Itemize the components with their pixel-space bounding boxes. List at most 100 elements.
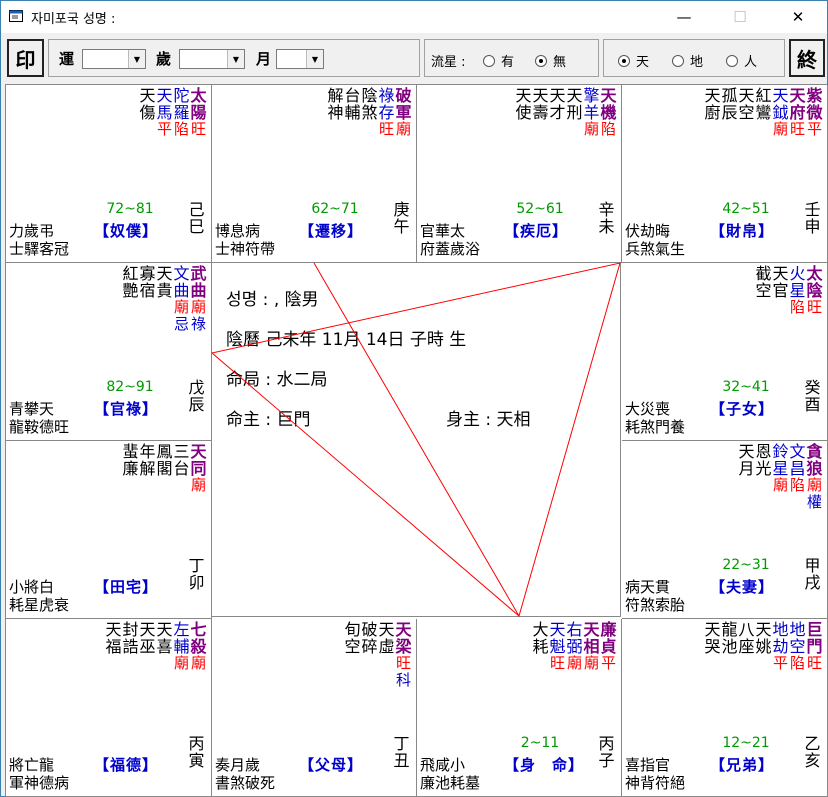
star-list: 紫微平天府旺天鉞廟紅鸞天空孤辰天廚 [704, 87, 823, 138]
star: 截空 [755, 265, 772, 316]
palace-yin[interactable]: 七殺廟左輔廟天喜天巫封誥天福【福德】丙寅將亡龍 軍神德病 [6, 619, 212, 797]
star: 封誥 [122, 621, 139, 672]
ganzhi: 壬申 [804, 201, 821, 235]
palace-si[interactable]: 太陽旺陀羅陷天馬平天傷 72~81 【奴僕】己巳力歲弔 士驛客冠 [6, 85, 212, 263]
star-char: 天 [704, 620, 721, 639]
star: 鳳閣 [156, 443, 173, 494]
god-line: 病天貫 [625, 578, 671, 596]
star-char: 空 [789, 637, 806, 656]
star-char: 鈴 [772, 442, 789, 461]
palace-mao[interactable]: 天同廟三台鳳閣年解蜚廉【田宅】丁卯小將白 耗星虎衰 [6, 441, 212, 619]
brightness-mark: 旺 [806, 298, 822, 316]
star: 天魁旺 [549, 621, 566, 672]
ganzhi-char: 亥 [804, 751, 821, 770]
star-char: 天 [704, 86, 721, 105]
close-icon: ✕ [791, 8, 805, 26]
star-char: 廉 [600, 620, 617, 639]
palace-shen[interactable]: 紫微平天府旺天鉞廟紅鸞天空孤辰天廚 42~51 【財帛】壬申伏劫晦 兵煞氣生 [622, 85, 828, 263]
age-range: 72~81 [106, 201, 154, 217]
palace-hai[interactable]: 巨門旺地空陷地劫平天姚八座龍池天哭 12~21 【兄弟】乙亥喜指官 神背符絕 [622, 619, 828, 797]
star: 大耗 [532, 621, 549, 672]
star: 天相廟 [583, 621, 600, 672]
star-char: 貪 [806, 442, 823, 461]
palace-you[interactable]: 太陰旺火星陷天官截空 32~41 【子女】癸酉大災喪 耗煞門養 [622, 263, 828, 441]
yun-select[interactable]: ▼ [82, 49, 146, 69]
radio-tian[interactable]: 天 [618, 51, 649, 70]
star-char: 封 [122, 620, 139, 639]
seal-button[interactable]: 印 [7, 39, 44, 77]
ganzhi-char: 辰 [188, 395, 205, 414]
yue-select[interactable]: ▼ [276, 49, 324, 69]
center-shenzhu: 身主 : 天相 [446, 410, 531, 430]
star-list: 破軍廟祿存旺陰煞台輔解神 [327, 87, 412, 138]
star-list: 武曲廟祿文曲廟忌天貴寡宿紅艷 [122, 265, 207, 333]
brightness-mark: 廟 [190, 476, 206, 494]
palace-chen[interactable]: 武曲廟祿文曲廟忌天貴寡宿紅艷 82~91 【官祿】戊辰青攀天 龍鞍德旺 [6, 263, 212, 441]
minimize-button[interactable]: — [661, 1, 707, 33]
palace-chou[interactable]: 天梁旺科天虛破碎旬空【父母】丁丑奏月歲 書煞破死 [212, 619, 417, 797]
brightness-mark: 廟 [190, 654, 206, 672]
radio-ren[interactable]: 人 [726, 51, 757, 70]
star-char: 祿 [378, 86, 395, 105]
sui-select[interactable]: ▼ [179, 49, 245, 69]
ganzhi: 乙亥 [804, 735, 821, 769]
star-char: 天 [583, 620, 600, 639]
star: 天廚 [704, 87, 721, 138]
star-char: 天 [549, 620, 566, 639]
ganzhi: 癸酉 [804, 379, 821, 413]
star: 年解 [139, 443, 156, 494]
star-char: 火 [789, 264, 806, 283]
palace-xu[interactable]: 貪狼廟權文昌陷鈴星廟恩光天月 22~31 【夫妻】甲戌病天貫 符煞索胎 [622, 441, 828, 619]
age-range: 52~61 [516, 201, 564, 217]
star-char: 截 [755, 264, 772, 283]
star: 七殺廟 [190, 621, 207, 672]
radio-di[interactable]: 地 [672, 51, 703, 70]
palace-wei[interactable]: 天機陷擎羊廟天刑天才天壽天使 52~61 【疾厄】辛未官華太 府蓋歲浴 [417, 85, 622, 263]
star-char: 右 [566, 620, 583, 639]
star-char: 天 [515, 86, 532, 105]
brightness-mark: 陷 [600, 120, 616, 138]
star: 天貴 [156, 265, 173, 333]
radio-you-label: 有 [501, 55, 515, 70]
palace-zi[interactable]: 廉貞平天相廟右弼廟天魁旺大耗 2~11 【身 命】丙子飛咸小 廉池耗墓 [417, 619, 622, 797]
star-char: 福 [105, 637, 122, 656]
liuxing-label: 流星 : [431, 55, 466, 70]
star-char: 鸞 [755, 103, 772, 122]
radio-icon [672, 54, 684, 67]
app-window: 자미포국 성명 : — ☐ ✕ 印 運 ▼ 歲 ▼ 月 ▼ 流星 : 有 無 天… [0, 0, 828, 797]
palace-name: 【田宅】 [94, 578, 159, 596]
star-char: 武 [190, 264, 207, 283]
star-char: 破 [361, 620, 378, 639]
star-char: 軍 [395, 103, 412, 122]
star-char: 文 [173, 264, 190, 283]
star-char: 虛 [378, 637, 395, 656]
star-char: 鉞 [772, 103, 789, 122]
star-char: 破 [395, 86, 412, 105]
star: 天機陷 [600, 87, 617, 138]
ganzhi-char: 癸 [804, 378, 821, 397]
star-char: 天 [378, 620, 395, 639]
brightness-mark: 廟 [772, 476, 788, 494]
star-char: 解 [327, 86, 344, 105]
star-list: 天同廟三台鳳閣年解蜚廉 [122, 443, 207, 494]
star-char: 地 [772, 620, 789, 639]
star-char: 昌 [789, 459, 806, 478]
ganzhi: 己巳 [188, 201, 205, 235]
star-char: 天 [156, 264, 173, 283]
palace-wu[interactable]: 破軍廟祿存旺陰煞台輔解神 62~71 【遷移】庚午博息病 士神符帶 [212, 85, 417, 263]
star: 右弼廟 [566, 621, 583, 672]
star: 天哭 [704, 621, 721, 672]
star: 天福 [105, 621, 122, 672]
close-button[interactable]: ✕ [775, 1, 821, 33]
star-char: 左 [173, 620, 190, 639]
radio-wu[interactable]: 無 [535, 51, 566, 70]
star: 天府旺 [789, 87, 806, 138]
star-list: 天機陷擎羊廟天刑天才天壽天使 [515, 87, 617, 138]
star-char: 馬 [156, 103, 173, 122]
star-char: 天 [738, 442, 755, 461]
star: 陰煞 [361, 87, 378, 138]
maximize-button[interactable]: ☐ [717, 1, 763, 33]
end-button[interactable]: 終 [789, 39, 825, 77]
radio-you[interactable]: 有 [483, 51, 514, 70]
star-char: 星 [789, 281, 806, 300]
